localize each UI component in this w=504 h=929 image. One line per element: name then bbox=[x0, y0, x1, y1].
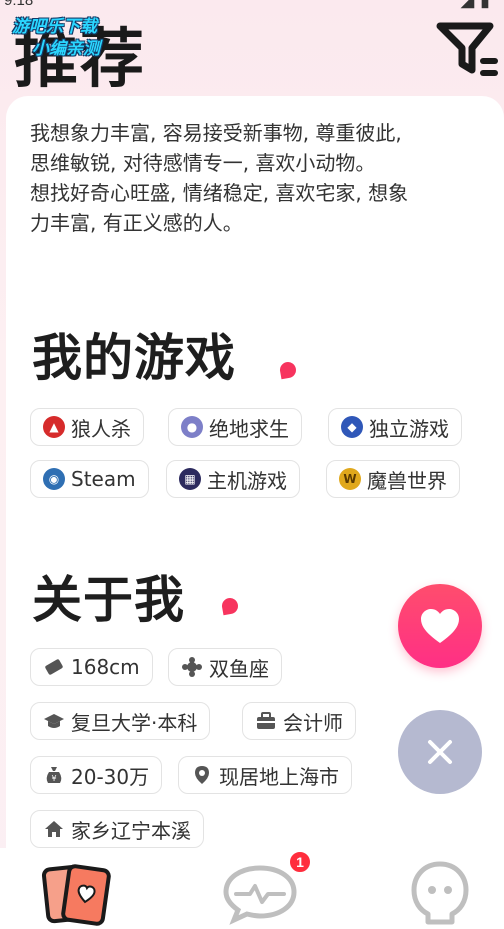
watermark-line2: 小编亲测 bbox=[32, 39, 100, 59]
games-section-title: 我的游戏 bbox=[32, 329, 236, 387]
watermark: 游吧乐下载 小编亲测 bbox=[12, 16, 100, 60]
tab-profile[interactable] bbox=[400, 858, 480, 928]
game-tag-pubg[interactable]: ● 绝地求生 bbox=[168, 408, 302, 446]
heart-icon bbox=[421, 609, 459, 643]
graduation-cap-icon bbox=[44, 714, 64, 728]
ruler-icon bbox=[45, 659, 63, 675]
game-tag-console[interactable]: ▦ 主机游戏 bbox=[166, 460, 300, 498]
bio-text: 我想象力丰富, 容易接受新事物, 尊重彼此, 思维敏锐, 对待感情专一, 喜欢小… bbox=[30, 118, 490, 238]
tag-label: 魔兽世界 bbox=[367, 468, 447, 493]
location-pin-icon bbox=[195, 766, 209, 784]
ghost-icon bbox=[411, 861, 469, 925]
tag-label: 主机游戏 bbox=[207, 468, 287, 493]
warcraft-icon: W bbox=[339, 468, 361, 490]
bottom-tab-bar bbox=[0, 848, 504, 929]
about-tag-occupation[interactable]: 会计师 bbox=[242, 702, 356, 740]
about-tag-income[interactable]: ¥ 20-30万 bbox=[30, 756, 163, 794]
bio-line: 想找好奇心旺盛, 情绪稳定, 喜欢宅家, 想象 bbox=[30, 181, 409, 205]
watermark-line1: 游吧乐下载 bbox=[12, 17, 97, 37]
close-icon bbox=[428, 740, 452, 764]
tag-label: 20-30万 bbox=[71, 764, 150, 789]
cards-icon bbox=[41, 864, 111, 926]
home-icon bbox=[45, 821, 63, 837]
steam-icon: ◉ bbox=[43, 468, 65, 490]
game-tag-warcraft[interactable]: W 魔兽世界 bbox=[326, 460, 460, 498]
tag-label: 复旦大学·本科 bbox=[71, 710, 198, 735]
about-tag-zodiac[interactable]: 双鱼座 bbox=[168, 648, 282, 686]
about-tag-height[interactable]: 168cm bbox=[30, 648, 153, 686]
money-bag-icon: ¥ bbox=[46, 767, 62, 783]
game-tag-indie[interactable]: ◆ 独立游戏 bbox=[328, 408, 462, 446]
tag-label: 绝地求生 bbox=[209, 416, 289, 441]
game-tag-steam[interactable]: ◉ Steam bbox=[30, 460, 149, 498]
game-tag-werewolf[interactable]: ▲ 狼人杀 bbox=[30, 408, 144, 446]
console-game-icon: ▦ bbox=[179, 468, 201, 490]
about-section-title: 关于我 bbox=[32, 571, 185, 629]
filter-button[interactable] bbox=[436, 18, 500, 82]
svg-text:¥: ¥ bbox=[51, 774, 56, 783]
tab-cards[interactable] bbox=[40, 858, 120, 928]
tag-label: 独立游戏 bbox=[369, 416, 449, 441]
pass-button[interactable] bbox=[398, 710, 482, 794]
about-tag-residence[interactable]: 现居地上海市 bbox=[178, 756, 352, 794]
tag-label: 现居地上海市 bbox=[219, 764, 339, 789]
tag-label: Steam bbox=[71, 467, 136, 491]
indie-game-icon: ◆ bbox=[341, 416, 363, 438]
tag-label: 狼人杀 bbox=[71, 416, 131, 441]
about-tag-hometown[interactable]: 家乡辽宁本溪 bbox=[30, 810, 204, 848]
bio-line: 我想象力丰富, 容易接受新事物, 尊重彼此, bbox=[30, 121, 402, 145]
zodiac-icon bbox=[182, 657, 202, 677]
like-button[interactable] bbox=[398, 584, 482, 668]
bio-line: 思维敏锐, 对待感情专一, 喜欢小动物。 bbox=[30, 151, 376, 175]
pubg-icon: ● bbox=[181, 416, 203, 438]
werewolf-icon: ▲ bbox=[43, 416, 65, 438]
filter-icon bbox=[436, 22, 498, 76]
tag-label: 双鱼座 bbox=[209, 656, 269, 681]
tag-label: 会计师 bbox=[283, 710, 343, 735]
unread-badge: 1 bbox=[288, 850, 312, 874]
briefcase-icon bbox=[257, 712, 275, 729]
tag-label: 家乡辽宁本溪 bbox=[71, 818, 191, 843]
about-tag-education[interactable]: 复旦大学·本科 bbox=[30, 702, 211, 740]
tag-label: 168cm bbox=[71, 655, 140, 679]
bio-line: 力丰富, 有正义感的人。 bbox=[30, 211, 243, 235]
status-icons: ◢ ▮ bbox=[460, 0, 490, 11]
